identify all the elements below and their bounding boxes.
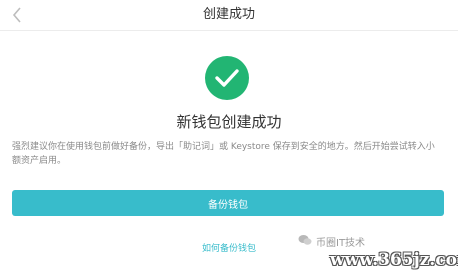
backup-wallet-button[interactable]: 备份钱包 [12,190,444,216]
wechat-logo-icon [298,235,312,245]
page-title: 创建成功 [202,7,255,22]
screen: 创建成功 新钱包创建成功 强烈建议你在使用钱包前做好备份，导出「助记词」或 Ke… [0,0,458,271]
success-title: 新钱包创建成功 [176,113,282,131]
watermark-url: www.365jz.com [330,250,458,270]
backup-advice-text: 强烈建议你在使用钱包前做好备份，导出「助记词」或 Keystore 保存到安全的… [12,142,435,166]
checkmark-circle-icon [205,56,249,100]
watermark-caption: 币圈IT技术 [316,238,366,249]
nav-bar: 创建成功 [0,0,458,31]
